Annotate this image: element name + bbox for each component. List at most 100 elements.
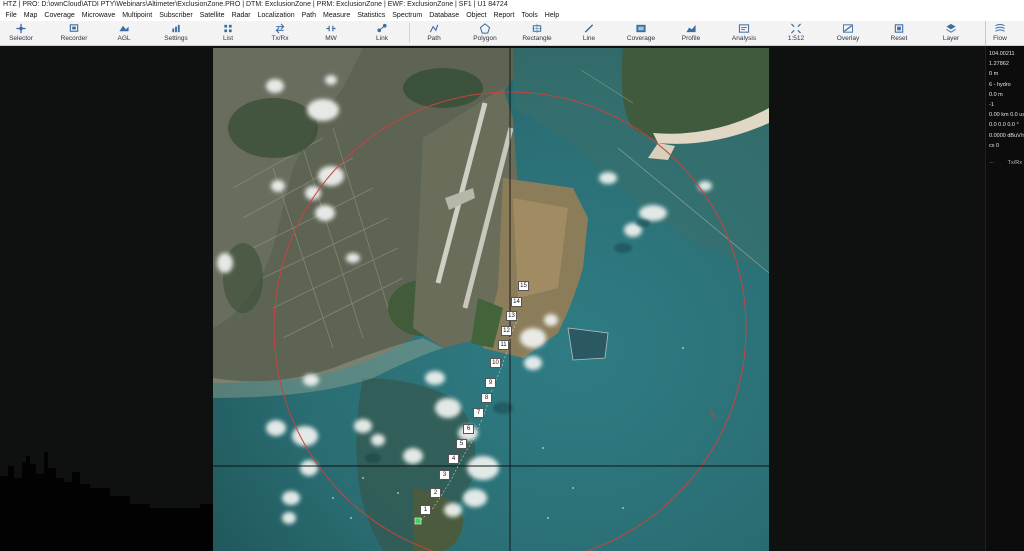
tool-overlay-button[interactable]: Overlay: [826, 21, 870, 46]
path-marker-8[interactable]: 8: [481, 393, 492, 403]
agl-icon: [118, 23, 130, 34]
tool-layer-button[interactable]: Layer: [929, 21, 973, 46]
path-marker-2[interactable]: 2: [430, 488, 441, 498]
info-value: 1.27862: [989, 61, 1009, 68]
reset-icon: [893, 23, 905, 34]
tool-mw-button[interactable]: MW: [309, 21, 353, 46]
path-marker-9[interactable]: 9: [485, 378, 496, 388]
info-value: cx 0: [989, 142, 1000, 149]
mw-icon: [325, 23, 337, 34]
tool-path-button[interactable]: Path: [412, 21, 456, 46]
tool-settings-button[interactable]: Settings: [154, 21, 198, 46]
menu-object[interactable]: Object: [463, 10, 490, 21]
path-marker-15[interactable]: 15: [518, 281, 529, 291]
menu-report[interactable]: Report: [490, 10, 518, 21]
tool-label: List: [222, 35, 234, 42]
path-marker-3[interactable]: 3: [439, 470, 450, 480]
tool-label: 1:512: [787, 35, 805, 42]
path-marker-6[interactable]: 6: [463, 424, 474, 434]
menu-statistics[interactable]: Statistics: [354, 10, 389, 21]
tool-label: Analysis: [731, 35, 757, 42]
path-marker-13[interactable]: 13: [506, 311, 517, 321]
profile-icon: [685, 23, 697, 34]
menu-spectrum[interactable]: Spectrum: [389, 10, 426, 21]
tool-label: Polygon: [473, 35, 497, 42]
menu-measure[interactable]: Measure: [320, 10, 354, 21]
tool-reset-button[interactable]: Reset: [877, 21, 921, 46]
menu-tools[interactable]: Tools: [518, 10, 541, 21]
tool-label: Settings: [164, 35, 188, 42]
tool-line-button[interactable]: Line: [567, 21, 611, 46]
info-sub-label[interactable]: Tx/Rx: [1008, 160, 1022, 166]
info-value: 0.00 km 0.0 us: [989, 112, 1024, 119]
menu-multipoint[interactable]: Multipoint: [119, 10, 156, 21]
path-marker-4[interactable]: 4: [448, 454, 459, 464]
tool-list-button[interactable]: List: [206, 21, 250, 46]
toolbar-divider: [985, 21, 986, 46]
info-sub-dots[interactable]: ···: [989, 160, 995, 166]
menu-file[interactable]: File: [2, 10, 20, 21]
path-marker-12[interactable]: 12: [501, 326, 512, 336]
tool-recorder-button[interactable]: Recorder: [52, 21, 96, 46]
toolbar: Selector Recorder AGL Settings List Tx/Rx MW Li…: [0, 21, 1024, 46]
path-marker-10[interactable]: 10: [490, 358, 501, 368]
menu-subscriber[interactable]: Subscriber: [156, 10, 196, 21]
line-icon: [583, 23, 595, 34]
tool-label: Reset: [890, 35, 908, 42]
info-value: -1: [989, 101, 994, 108]
tool-1-512-button[interactable]: 1:512: [774, 21, 818, 46]
zoom-fit-icon: [790, 23, 802, 34]
tool-tx-rx-button[interactable]: Tx/Rx: [258, 21, 302, 46]
tool-polygon-button[interactable]: Polygon: [463, 21, 507, 46]
info-value: 6 - hydro: [989, 81, 1011, 88]
menu-satellite[interactable]: Satellite: [196, 10, 228, 21]
menu-database[interactable]: Database: [426, 10, 463, 21]
toolbar-divider: [409, 23, 410, 43]
recorder-icon: [68, 23, 80, 34]
tool-label: Selector: [9, 35, 33, 42]
overlay-icon: [842, 23, 854, 34]
menu-localization[interactable]: Localization: [254, 10, 298, 21]
tool-label: Coverage: [626, 35, 656, 42]
flow-icon: [994, 23, 1006, 34]
path-marker-14[interactable]: 14: [511, 297, 522, 307]
satellite-map[interactable]: 1 2 3 4 5 6 7 8 9 10 11 12 13 14 15: [213, 48, 769, 551]
info-values: 104.00211 1.27862 0 m 6 - hydro 0.0 m -1 0.00 …: [986, 46, 1024, 151]
txrx-icon: [274, 23, 286, 34]
tool-label: Profile: [681, 35, 701, 42]
tool-link-button[interactable]: Link: [360, 21, 404, 46]
info-sub-header: ··· Tx/Rx: [986, 160, 1024, 166]
tool-label: Layer: [942, 35, 960, 42]
tool-label: AGL: [117, 35, 131, 42]
polygon-icon: [479, 23, 491, 34]
tool-rectangle-button[interactable]: Rectangle: [515, 21, 559, 46]
path-markers: 1 2 3 4 5 6 7 8 9 10 11 12 13 14 15: [213, 48, 769, 551]
path-marker-7[interactable]: 7: [473, 408, 484, 418]
tool-coverage-button[interactable]: Coverage: [619, 21, 663, 46]
menu-path[interactable]: Path: [298, 10, 319, 21]
tool-label: Link: [376, 35, 388, 42]
info-value: 104.00211: [989, 51, 1015, 57]
link-icon: [376, 23, 388, 34]
info-value: 0.0000 dBuV/m: [989, 132, 1024, 139]
info-panel: 104.00211 1.27862 0 m 6 - hydro 0.0 m -1 0.00 …: [985, 46, 1024, 551]
tool-label: Path: [427, 35, 441, 42]
menu-microwave[interactable]: Microwave: [78, 10, 118, 21]
tool-agl-button[interactable]: AGL: [102, 21, 146, 46]
tool-label: MW: [325, 35, 337, 42]
menu-radar[interactable]: Radar: [228, 10, 254, 21]
window-title: HTZ | PRO: D:\ownCloud\ATDI PTY\Webinars…: [0, 0, 1024, 10]
list-icon: [222, 23, 234, 34]
path-marker-1[interactable]: 1: [420, 505, 431, 515]
tool-analysis-button[interactable]: Analysis: [722, 21, 766, 46]
menu-coverage[interactable]: Coverage: [41, 10, 78, 21]
menu-map[interactable]: Map: [20, 10, 41, 21]
tool-label: Overlay: [836, 35, 860, 42]
selector-icon: [15, 23, 27, 34]
tool-selector-button[interactable]: Selector: [0, 21, 43, 46]
map-workspace: 1 2 3 4 5 6 7 8 9 10 11 12 13 14 15: [0, 46, 984, 551]
tool-profile-button[interactable]: Profile: [669, 21, 713, 46]
path-marker-5[interactable]: 5: [456, 439, 467, 449]
path-marker-11[interactable]: 11: [498, 340, 509, 350]
menu-help[interactable]: Help: [541, 10, 562, 21]
